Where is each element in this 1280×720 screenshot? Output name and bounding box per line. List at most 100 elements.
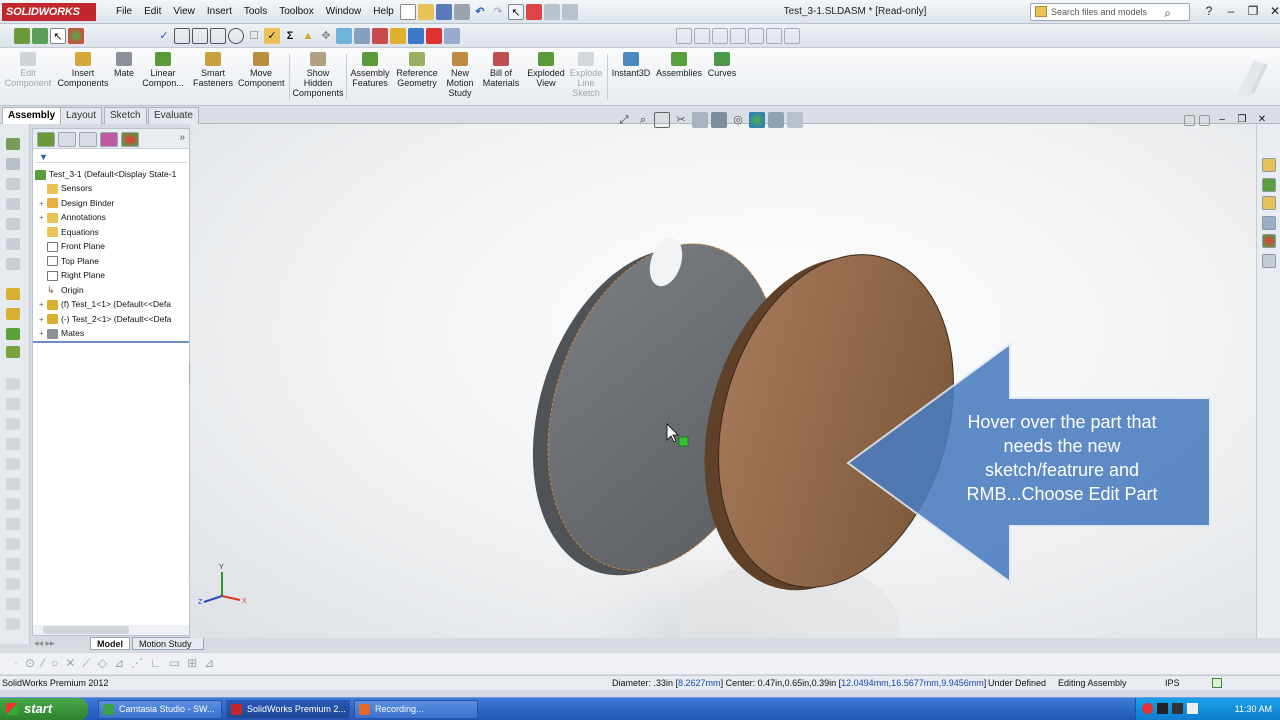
tree-root[interactable]: Test_3-1 (Default<Display State-1 xyxy=(35,167,176,181)
insert-components-button[interactable]: Insert Components xyxy=(56,52,110,88)
measure-icon[interactable] xyxy=(192,28,208,44)
assembly-features-button[interactable]: Assembly Features xyxy=(348,52,392,88)
sketch-tools-icons[interactable]: ·⊙⁄○✕⟋◇⊿⋰∟▭⊞⊿ xyxy=(14,656,221,671)
smart-fasteners-button[interactable]: Smart Fasteners xyxy=(190,52,236,88)
feature-tree-filter[interactable]: ▼ xyxy=(35,151,187,163)
appearance-icon[interactable] xyxy=(68,28,84,44)
tree-item-design-binder[interactable]: + Design Binder xyxy=(39,196,114,210)
window-new-icon[interactable] xyxy=(712,28,728,44)
display-manager-tab-icon[interactable] xyxy=(121,132,139,147)
convert-icon[interactable] xyxy=(6,498,20,510)
tray-monitor-icon[interactable] xyxy=(1157,703,1168,714)
fillet-icon[interactable] xyxy=(6,458,20,470)
show-hidden-components-button[interactable]: Show Hidden Components xyxy=(292,52,344,98)
redo-icon[interactable]: ↷ xyxy=(490,4,506,20)
reference-geometry-button[interactable]: Reference Geometry xyxy=(394,52,440,88)
restore-button[interactable]: ❐ xyxy=(1244,2,1262,20)
scrollbar-thumb[interactable] xyxy=(43,626,129,634)
spell-check-icon[interactable]: ✓ xyxy=(156,28,172,44)
file-properties-icon[interactable] xyxy=(544,4,560,20)
options-icon[interactable] xyxy=(562,4,578,20)
tray-volume-icon[interactable] xyxy=(1187,703,1198,714)
feature-manager-tab-icon[interactable] xyxy=(37,132,55,147)
dimxpert-tab-icon[interactable] xyxy=(100,132,118,147)
help-icon[interactable]: ? xyxy=(1200,2,1218,20)
checkbox-checked-icon[interactable]: ✓ xyxy=(264,28,280,44)
tray-network-icon[interactable] xyxy=(1172,703,1183,714)
start-button[interactable]: start xyxy=(0,698,88,720)
tab-sketch[interactable]: Sketch xyxy=(104,107,147,124)
tree-item-top-plane[interactable]: Top Plane xyxy=(39,254,99,268)
menu-edit[interactable]: Edit xyxy=(138,0,167,24)
save-icon[interactable] xyxy=(436,4,452,20)
exploded-view-button[interactable]: Exploded View xyxy=(526,52,566,88)
menu-toolbox[interactable]: Toolbox xyxy=(273,0,319,24)
search-icon[interactable]: ⌕ xyxy=(1164,5,1171,21)
mate-button[interactable]: Mate xyxy=(110,52,138,78)
tree-item-sensors[interactable]: Sensors xyxy=(39,181,92,195)
new-motion-study-button[interactable]: New Motion Study xyxy=(442,52,478,98)
solidworks-logo[interactable]: SOLIDWORKS xyxy=(2,3,96,21)
warning-icon[interactable]: ▲ xyxy=(300,28,316,44)
chevron-right-icon[interactable]: » xyxy=(179,132,185,145)
mass-properties-icon[interactable] xyxy=(210,28,226,44)
motion-icon[interactable] xyxy=(408,28,424,44)
gear-icon[interactable] xyxy=(390,28,406,44)
window-tile-icon[interactable] xyxy=(676,28,692,44)
select-icon[interactable]: ↖ xyxy=(50,28,66,44)
property-manager-tab-icon[interactable] xyxy=(58,132,76,147)
arc-icon[interactable] xyxy=(6,238,20,250)
print-icon[interactable] xyxy=(454,4,470,20)
tools-icon[interactable] xyxy=(784,28,800,44)
taskbar-item-camtasia[interactable]: Camtasia Studio - SW... xyxy=(98,700,222,719)
taskbar-clock[interactable]: 11:30 AM xyxy=(1235,704,1272,714)
search-box[interactable]: Search files and models ⌕ xyxy=(1030,3,1190,21)
offset-icon[interactable] xyxy=(6,418,20,430)
tree-item-right-plane[interactable]: Right Plane xyxy=(39,268,105,282)
filter-icon[interactable]: ▼ xyxy=(35,152,48,162)
text-icon[interactable] xyxy=(6,618,20,630)
appearances-icon[interactable] xyxy=(1262,234,1276,248)
tab-scroll-icon[interactable]: ◂◂ ▸▸ xyxy=(34,638,55,649)
tray-app-icon[interactable] xyxy=(1142,703,1153,714)
zoom-icon[interactable] xyxy=(174,28,190,44)
menu-file[interactable]: File xyxy=(110,0,138,24)
linear-component-pattern-button[interactable]: Linear Compon... xyxy=(140,52,186,88)
tab-motion-study-1[interactable]: Motion Study 1 xyxy=(132,637,204,661)
search-input[interactable]: Search files and models xyxy=(1051,7,1147,17)
move-icon[interactable]: ✥ xyxy=(318,28,334,44)
tree-item-test-2[interactable]: + (-) Test_2<1> (Default<<Defa xyxy=(39,312,171,326)
stop-icon[interactable] xyxy=(426,28,442,44)
dimension-icon[interactable] xyxy=(6,158,20,170)
tab-assembly[interactable]: Assembly xyxy=(2,107,62,124)
trim-icon[interactable] xyxy=(6,378,20,390)
point-icon[interactable] xyxy=(6,578,20,590)
feature-tree-icon[interactable] xyxy=(14,28,30,44)
open-folder-icon[interactable] xyxy=(418,4,434,20)
smart-dimension-icon[interactable] xyxy=(6,346,20,358)
rebuild-icon[interactable] xyxy=(526,4,542,20)
spline-icon[interactable] xyxy=(6,258,20,270)
sum-icon[interactable]: Σ xyxy=(282,28,298,44)
file-explorer-icon[interactable] xyxy=(1262,196,1276,210)
status-units[interactable]: IPS xyxy=(1165,676,1180,690)
taskbar-item-solidworks[interactable]: SolidWorks Premium 2... xyxy=(226,700,350,719)
render-icon[interactable] xyxy=(444,28,460,44)
tree-item-front-plane[interactable]: Front Plane xyxy=(39,239,105,253)
edit-component-button[interactable]: Edit Component xyxy=(4,52,52,88)
curves-button[interactable]: Curves xyxy=(704,52,740,78)
view-palette-icon[interactable] xyxy=(1262,216,1276,230)
instant3d-button[interactable]: Instant3D xyxy=(610,52,652,78)
explode-line-sketch-button[interactable]: Explode Line Sketch xyxy=(568,52,604,98)
repair-icon[interactable] xyxy=(6,558,20,570)
list-icon[interactable] xyxy=(354,28,370,44)
grid-icon[interactable] xyxy=(6,538,20,550)
clock-icon[interactable] xyxy=(228,28,244,44)
tab-model[interactable]: Model xyxy=(90,637,130,650)
tab-layout[interactable]: Layout xyxy=(60,107,103,124)
section-icon[interactable] xyxy=(336,28,352,44)
move-component-button[interactable]: Move Component xyxy=(238,52,285,88)
menu-help[interactable]: Help xyxy=(367,0,400,24)
window-cascade-icon[interactable] xyxy=(694,28,710,44)
property-icon[interactable] xyxy=(32,28,48,44)
